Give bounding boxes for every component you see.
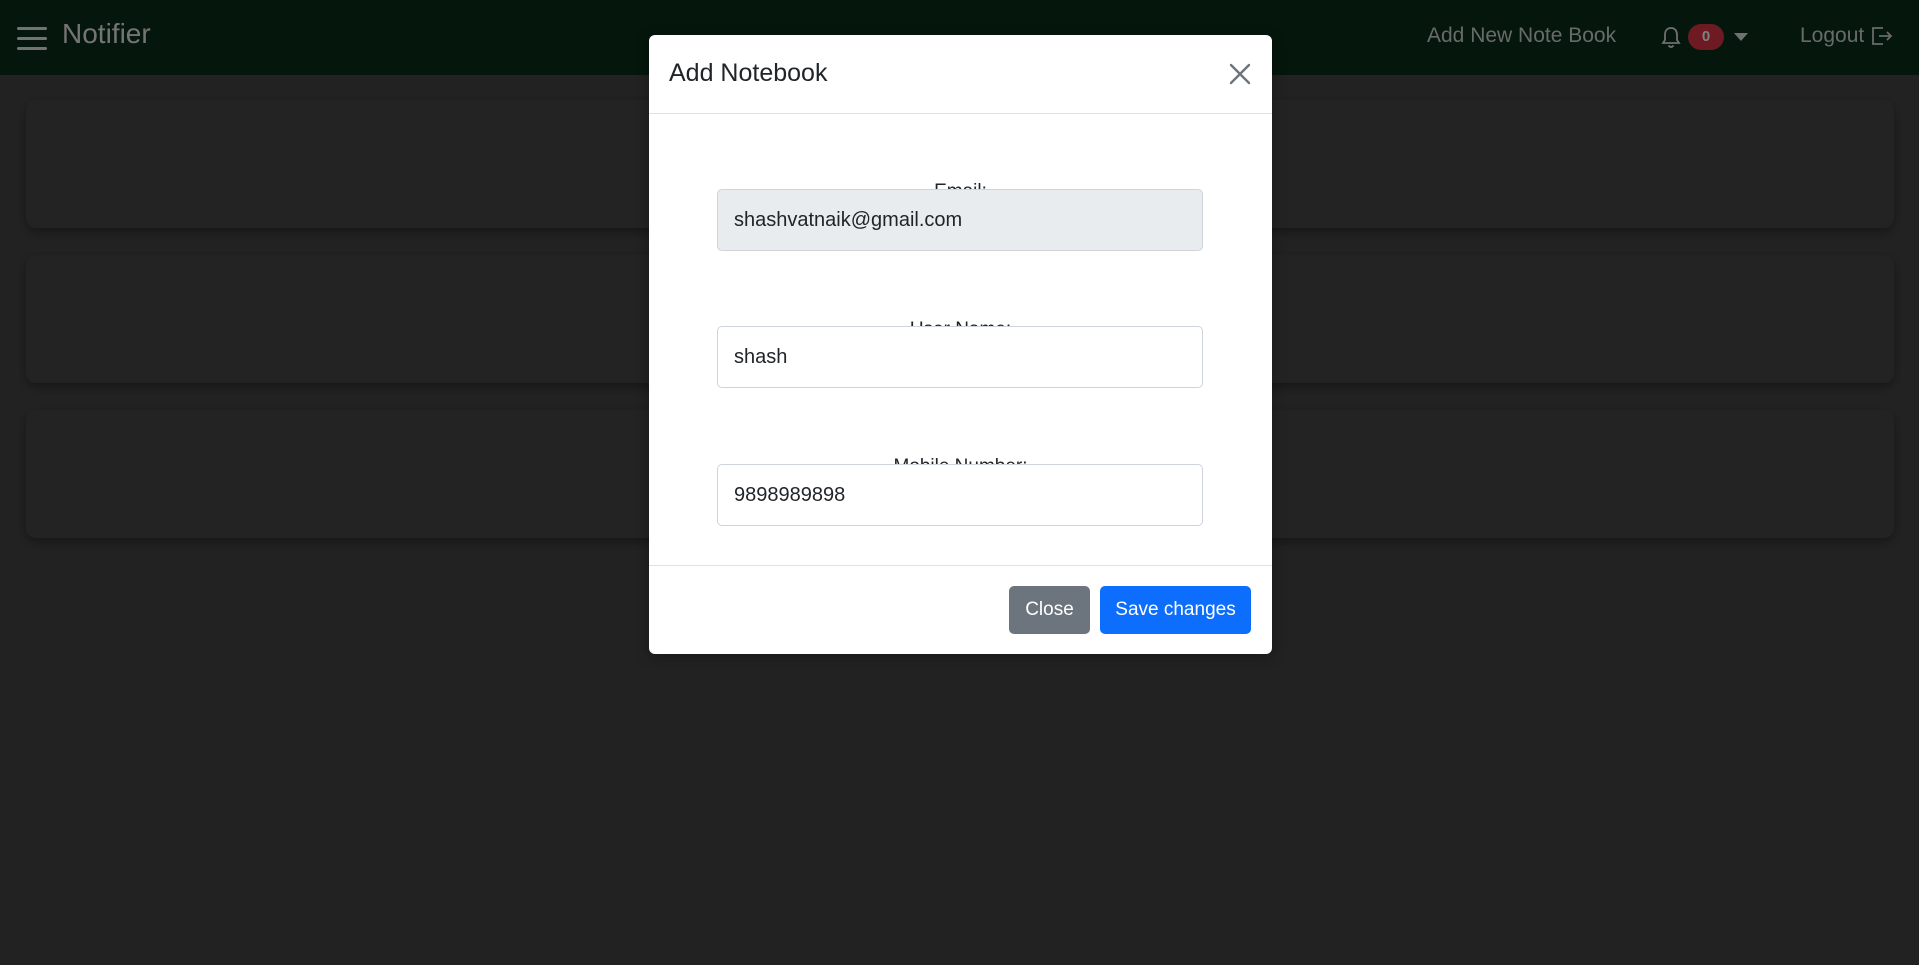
app-page: Notifier Add New Note Book 0 Logout Add …: [0, 0, 1919, 965]
modal-header: Add Notebook: [649, 35, 1272, 114]
close-button[interactable]: Close: [1009, 586, 1090, 634]
email-field[interactable]: [717, 189, 1203, 251]
save-changes-button[interactable]: Save changes: [1100, 586, 1251, 634]
modal-footer: Close Save changes: [649, 565, 1272, 655]
username-field[interactable]: [717, 326, 1203, 388]
mobile-number-field[interactable]: [717, 464, 1203, 526]
add-notebook-modal: Add Notebook Email: User Name: Mobile Nu…: [649, 35, 1272, 654]
close-icon[interactable]: [1227, 61, 1253, 87]
modal-title: Add Notebook: [669, 59, 828, 87]
